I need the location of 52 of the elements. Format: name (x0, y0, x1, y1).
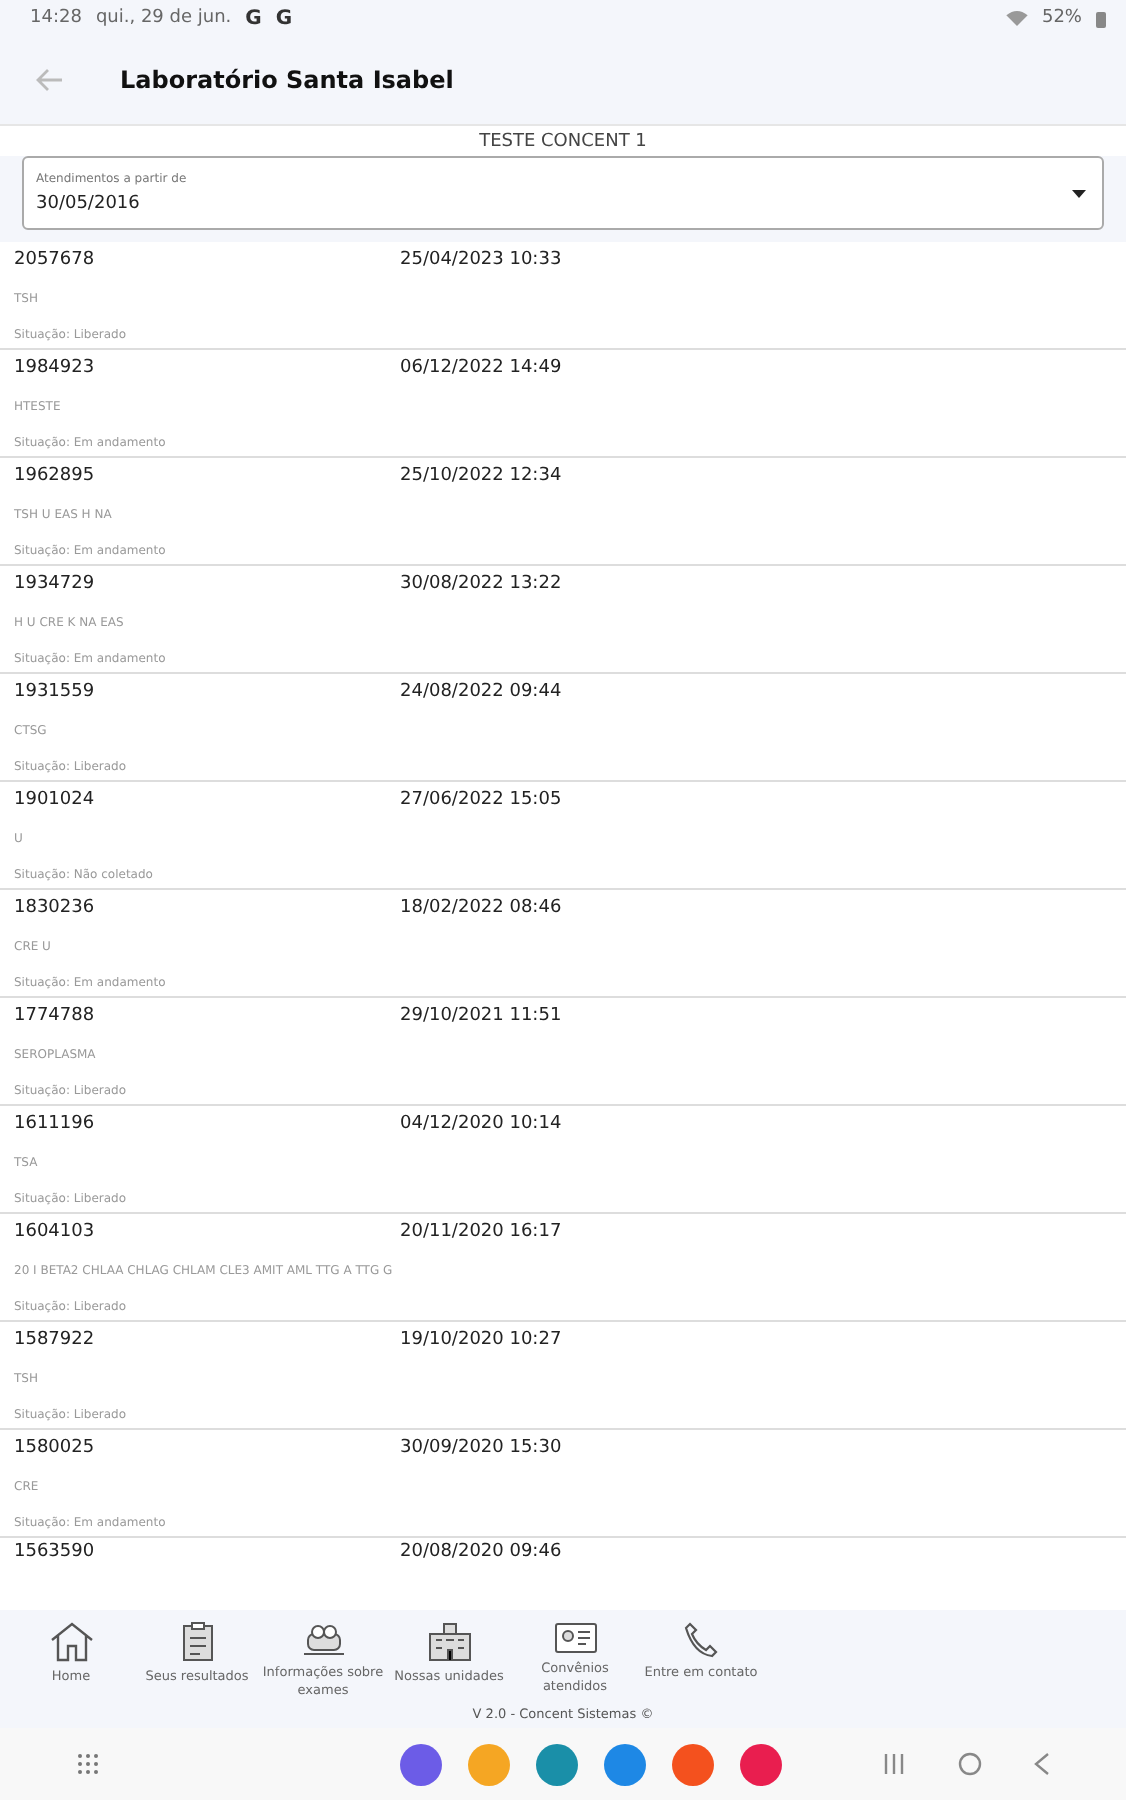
record-number[interactable]: 1563590 (14, 1542, 400, 1562)
record-datetime: 30/08/2022 13:22 (400, 574, 562, 594)
status-time: 14:28 (30, 8, 82, 28)
id-card-icon (553, 1622, 597, 1655)
record-number[interactable]: 1830236 (14, 898, 400, 918)
record-datetime: 18/02/2022 08:46 (400, 898, 562, 918)
house-icon (49, 1622, 93, 1663)
record-number[interactable]: 1587922 (14, 1330, 400, 1350)
record-datetime: 20/08/2020 09:46 (400, 1542, 562, 1562)
apps-grid-icon[interactable] (76, 1752, 100, 1776)
notification-icon: G (245, 7, 262, 29)
record-number[interactable]: 1962895 (14, 466, 400, 486)
app-title: Laboratório Santa Isabel (120, 66, 454, 94)
phone-icon (683, 1622, 719, 1659)
app-icon[interactable] (672, 1743, 714, 1785)
record-number[interactable]: 1934729 (14, 574, 400, 594)
battery-level: 52% (1041, 8, 1082, 28)
app-icon[interactable] (604, 1743, 646, 1785)
record-datetime: 06/12/2022 14:49 (400, 358, 562, 378)
caret-icon (1072, 190, 1086, 198)
battery-icon (1096, 9, 1106, 27)
back-icon[interactable] (1034, 1752, 1050, 1776)
notification-icon: G (275, 7, 293, 29)
status-date: qui., 29 de jun. (95, 8, 232, 28)
record-number[interactable]: 2057678 (14, 250, 400, 270)
record-datetime: 25/04/2023 10:33 (400, 250, 562, 270)
app-icon[interactable] (400, 1743, 442, 1785)
record-number[interactable]: 1984923 (14, 358, 400, 378)
clipboard-icon (181, 1622, 213, 1663)
recents-icon[interactable] (882, 1752, 906, 1776)
record-number[interactable]: 1604103 (14, 1222, 400, 1242)
record-number[interactable]: 1931559 (14, 682, 400, 702)
record-datetime: 19/10/2020 10:27 (400, 1330, 562, 1350)
record-datetime: 30/09/2020 15:30 (400, 1438, 562, 1458)
app-icon[interactable] (740, 1743, 782, 1785)
record-number[interactable]: 1901024 (14, 790, 400, 810)
back-arrow-icon[interactable] (36, 68, 64, 92)
record-datetime: 25/10/2022 12:34 (400, 466, 562, 486)
wifi-icon (1005, 10, 1028, 26)
home-circle-icon[interactable] (958, 1752, 982, 1776)
patient-name: TESTE CONCENT 1 (0, 124, 1126, 156)
app-icon[interactable] (536, 1743, 578, 1785)
record-datetime: 27/06/2022 15:05 (400, 790, 562, 810)
record-datetime: 20/11/2020 16:17 (400, 1222, 562, 1242)
app-icon[interactable] (468, 1743, 510, 1785)
record-number[interactable]: 1611196 (14, 1114, 400, 1134)
record-datetime: 24/08/2022 09:44 (400, 682, 562, 702)
record-number[interactable]: 1774788 (14, 1006, 400, 1026)
building-icon (427, 1622, 471, 1663)
record-datetime: 04/12/2020 10:14 (400, 1114, 562, 1134)
record-number[interactable]: 1580025 (14, 1438, 400, 1458)
record-datetime: 29/10/2021 11:51 (400, 1006, 562, 1026)
